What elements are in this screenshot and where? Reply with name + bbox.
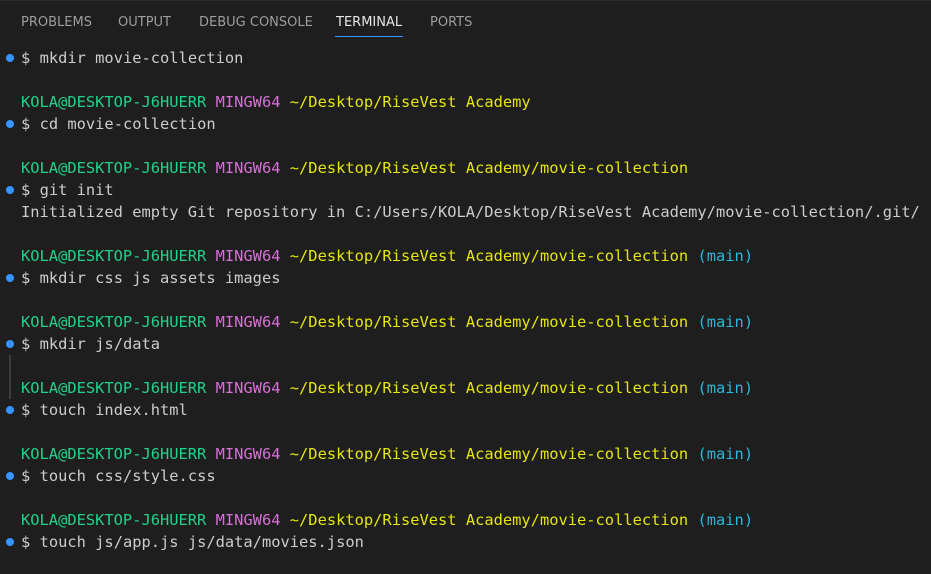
- tab-output[interactable]: OUTPUT: [118, 15, 171, 30]
- command-guide-bar: [9, 355, 11, 377]
- panel-tab-bar: PROBLEMS OUTPUT DEBUG CONSOLE TERMINAL P…: [0, 1, 931, 39]
- command-decoration-icon[interactable]: [6, 274, 14, 282]
- terminal-output[interactable]: $ mkdir movie-collection KOLA@DESKTOP-J6…: [0, 47, 931, 553]
- tab-ports[interactable]: PORTS: [430, 15, 472, 30]
- shell-name: MINGW64: [215, 445, 281, 463]
- cwd-path: ~/Desktop/RiseVest Academy/movie-collect…: [289, 247, 689, 265]
- shell-name: MINGW64: [215, 313, 281, 331]
- command-text: cd movie-collection: [39, 115, 216, 133]
- prompt-symbol: $: [21, 269, 31, 287]
- prompt-line: KOLA@DESKTOP-J6HUERR MINGW64 ~/Desktop/R…: [0, 91, 931, 113]
- cwd-path: ~/Desktop/RiseVest Academy: [289, 93, 531, 111]
- command-decoration-icon[interactable]: [6, 406, 14, 414]
- shell-name: MINGW64: [215, 511, 281, 529]
- user-host: KOLA@DESKTOP-J6HUERR: [21, 313, 207, 331]
- command-decoration-icon[interactable]: [6, 472, 14, 480]
- cwd-path: ~/Desktop/RiseVest Academy/movie-collect…: [289, 511, 689, 529]
- user-host: KOLA@DESKTOP-J6HUERR: [21, 247, 207, 265]
- command-text: touch index.html: [39, 401, 188, 419]
- command-line: $ touch css/style.css: [0, 465, 931, 487]
- user-host: KOLA@DESKTOP-J6HUERR: [21, 445, 207, 463]
- shell-name: MINGW64: [215, 379, 281, 397]
- shell-name: MINGW64: [215, 93, 281, 111]
- prompt-line: KOLA@DESKTOP-J6HUERR MINGW64 ~/Desktop/R…: [0, 443, 931, 465]
- command-line: $ mkdir js/data: [0, 333, 931, 355]
- tab-debug-console[interactable]: DEBUG CONSOLE: [199, 15, 313, 30]
- user-host: KOLA@DESKTOP-J6HUERR: [21, 93, 207, 111]
- command-line: $ mkdir movie-collection: [0, 47, 931, 69]
- command-decoration-icon[interactable]: [6, 340, 14, 348]
- command-line: $ mkdir css js assets images: [0, 267, 931, 289]
- command-text: touch css/style.css: [39, 467, 216, 485]
- shell-name: MINGW64: [215, 247, 281, 265]
- user-host: KOLA@DESKTOP-J6HUERR: [21, 379, 207, 397]
- command-text: mkdir movie-collection: [39, 49, 244, 67]
- git-branch: (main): [697, 379, 754, 397]
- prompt-symbol: $: [21, 335, 31, 353]
- command-decoration-icon[interactable]: [6, 186, 14, 194]
- command-decoration-icon[interactable]: [6, 54, 14, 62]
- cwd-path: ~/Desktop/RiseVest Academy/movie-collect…: [289, 379, 689, 397]
- command-decoration-icon[interactable]: [6, 538, 14, 546]
- git-branch: (main): [697, 511, 754, 529]
- prompt-line: KOLA@DESKTOP-J6HUERR MINGW64 ~/Desktop/R…: [0, 311, 931, 333]
- tab-terminal[interactable]: TERMINAL: [336, 15, 402, 30]
- git-branch: (main): [697, 313, 754, 331]
- shell-name: MINGW64: [215, 159, 281, 177]
- prompt-symbol: $: [21, 533, 31, 551]
- command-line: $ touch index.html: [0, 399, 931, 421]
- git-branch: (main): [697, 247, 754, 265]
- cwd-path: ~/Desktop/RiseVest Academy/movie-collect…: [289, 445, 689, 463]
- command-line: $ git init: [0, 179, 931, 201]
- terminal-panel: PROBLEMS OUTPUT DEBUG CONSOLE TERMINAL P…: [0, 0, 931, 574]
- blank-line: [0, 355, 931, 377]
- active-tab-indicator: [335, 36, 403, 37]
- prompt-line: KOLA@DESKTOP-J6HUERR MINGW64 ~/Desktop/R…: [0, 509, 931, 531]
- user-host: KOLA@DESKTOP-J6HUERR: [21, 511, 207, 529]
- command-line: $ cd movie-collection: [0, 113, 931, 135]
- tab-problems[interactable]: PROBLEMS: [21, 15, 92, 30]
- user-host: KOLA@DESKTOP-J6HUERR: [21, 159, 207, 177]
- command-decoration-icon[interactable]: [6, 120, 14, 128]
- prompt-symbol: $: [21, 401, 31, 419]
- prompt-symbol: $: [21, 181, 31, 199]
- command-text: touch js/app.js js/data/movies.json: [39, 533, 364, 551]
- command-text: git init: [39, 181, 114, 199]
- prompt-symbol: $: [21, 467, 31, 485]
- prompt-symbol: $: [21, 115, 31, 133]
- command-text: mkdir css js assets images: [39, 269, 281, 287]
- prompt-line: KOLA@DESKTOP-J6HUERR MINGW64 ~/Desktop/R…: [0, 377, 931, 399]
- command-output: Initialized empty Git repository in C:/U…: [21, 203, 920, 221]
- command-text: mkdir js/data: [39, 335, 161, 353]
- command-guide-bar: [9, 377, 11, 399]
- git-branch: (main): [697, 445, 754, 463]
- cwd-path: ~/Desktop/RiseVest Academy/movie-collect…: [289, 313, 689, 331]
- output-line: Initialized empty Git repository in C:/U…: [0, 201, 931, 223]
- cwd-path: ~/Desktop/RiseVest Academy/movie-collect…: [289, 159, 689, 177]
- prompt-symbol: $: [21, 49, 31, 67]
- command-line: $ touch js/app.js js/data/movies.json: [0, 531, 931, 553]
- prompt-line: KOLA@DESKTOP-J6HUERR MINGW64 ~/Desktop/R…: [0, 245, 931, 267]
- prompt-line: KOLA@DESKTOP-J6HUERR MINGW64 ~/Desktop/R…: [0, 157, 931, 179]
